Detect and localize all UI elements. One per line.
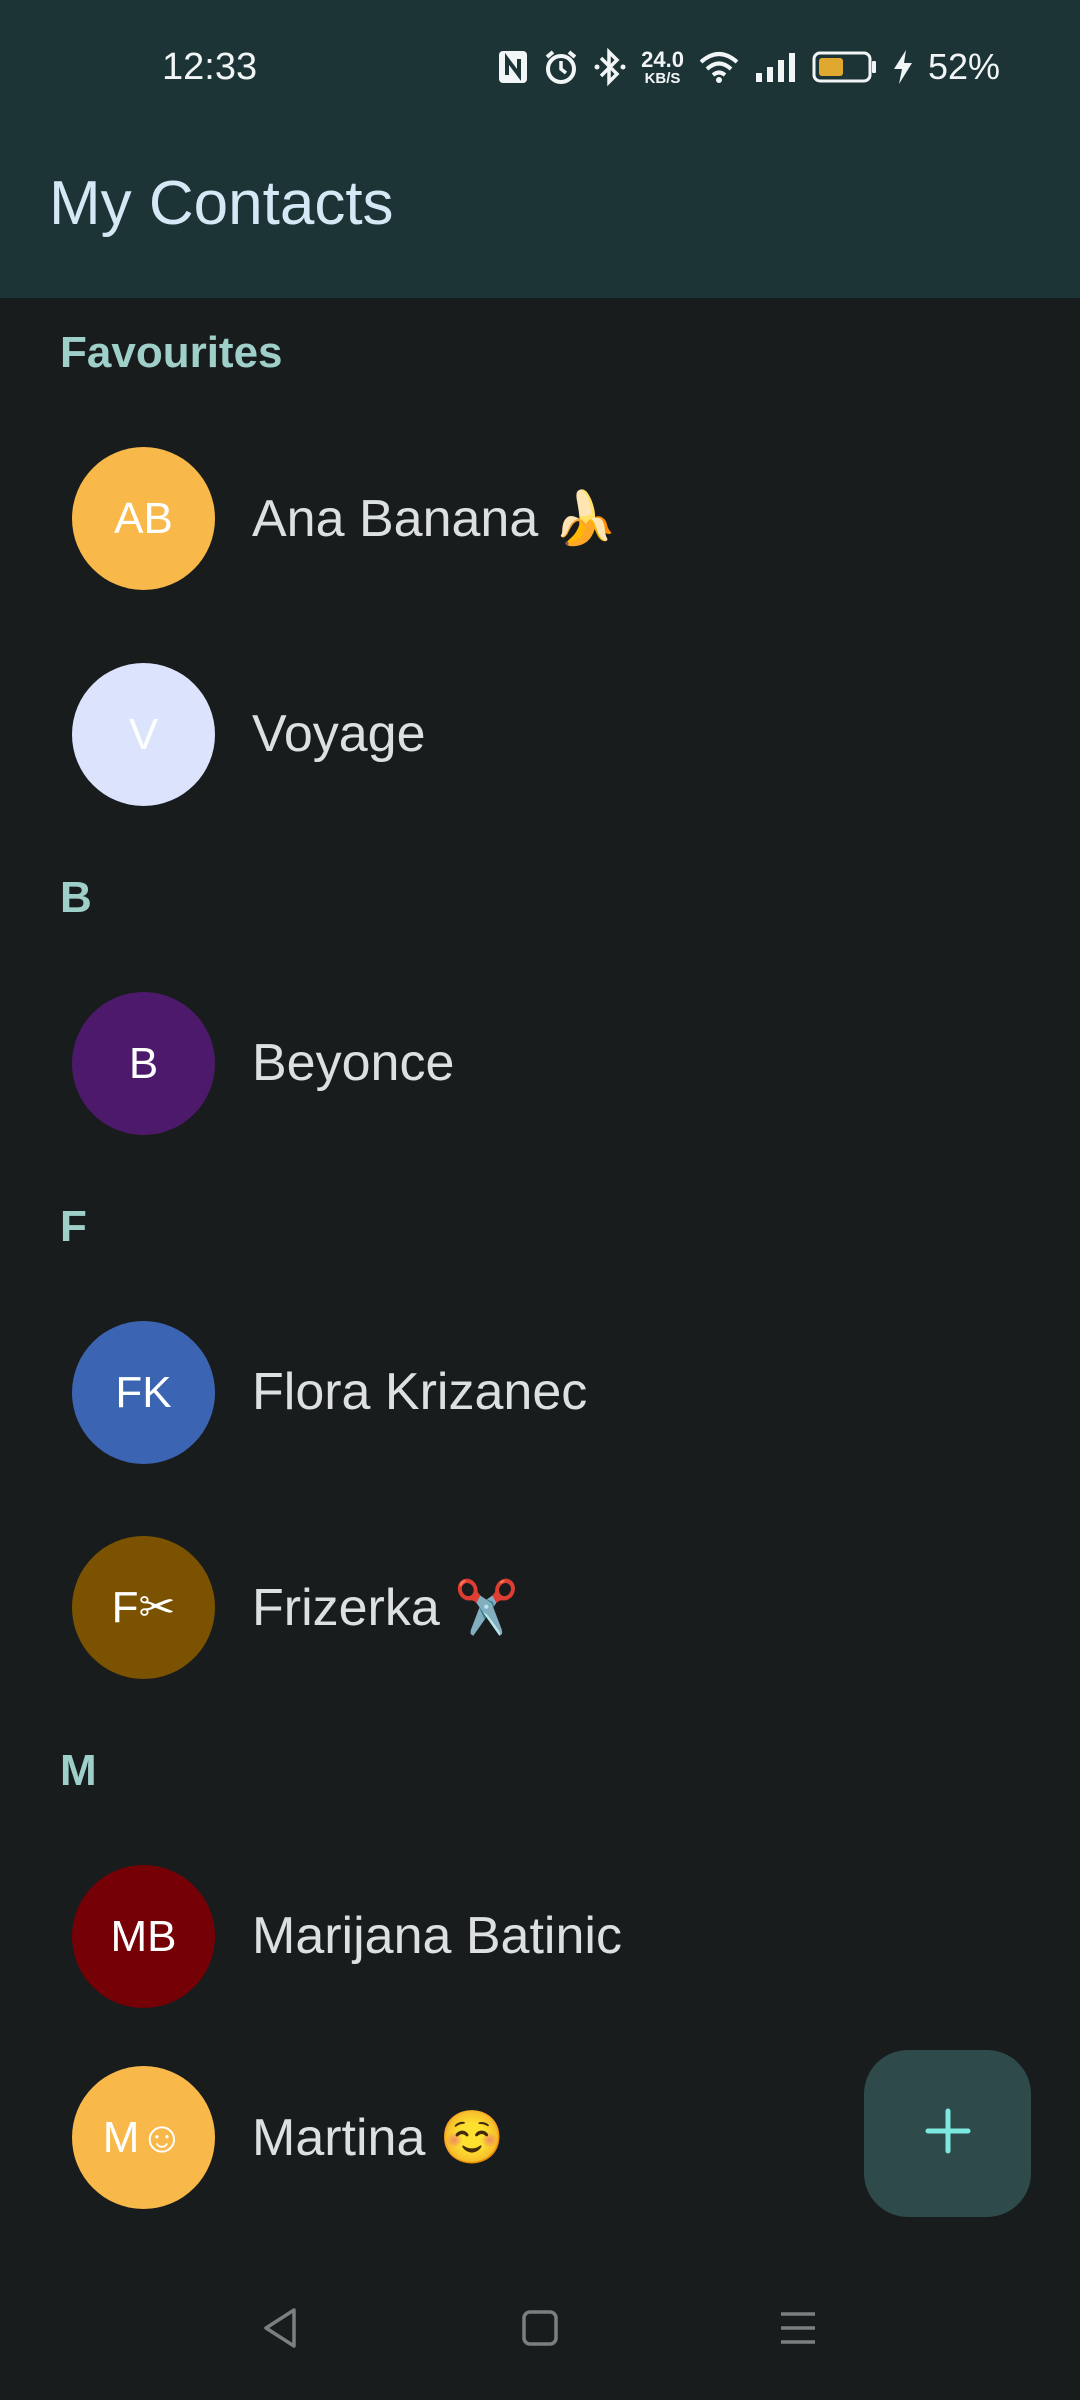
charging-icon <box>892 49 914 85</box>
contact-name: Marijana Batinic <box>252 1907 622 1965</box>
avatar: MB <box>72 1865 215 2008</box>
battery-icon <box>812 50 878 84</box>
back-icon <box>260 2306 300 2355</box>
nfc-icon <box>497 49 529 85</box>
recents-icon <box>778 2308 818 2353</box>
system-nav-bar <box>0 2260 1080 2400</box>
avatar: M☺ <box>72 2066 215 2209</box>
avatar: B <box>72 992 215 1135</box>
contact-name: Beyonce <box>252 1034 455 1092</box>
wifi-icon <box>698 50 740 84</box>
section-header-f: F <box>60 1202 87 1251</box>
battery-percent: 52% <box>927 46 1000 87</box>
contact-row[interactable]: B Beyonce <box>0 975 1080 1151</box>
signal-icon <box>754 51 798 83</box>
contact-row[interactable]: V Voyage <box>0 646 1080 822</box>
plus-icon <box>924 2107 972 2160</box>
status-icons: 24.0 KB/S 52% <box>497 42 1000 92</box>
bluetooth-icon <box>593 48 627 86</box>
avatar: F✂ <box>72 1536 215 1679</box>
status-bar: 12:33 24.0 KB/S 52% <box>0 0 1080 140</box>
contact-name: Frizerka ✂️ <box>252 1579 519 1637</box>
avatar: AB <box>72 447 215 590</box>
section-header-b: B <box>60 873 92 922</box>
contact-row[interactable]: MB Marijana Batinic <box>0 1848 1080 2024</box>
contact-row[interactable]: F✂ Frizerka ✂️ <box>0 1519 1080 1695</box>
contact-row[interactable]: FK Flora Krizanec <box>0 1304 1080 1480</box>
page-title: My Contacts <box>49 169 394 238</box>
contact-name: Flora Krizanec <box>252 1363 588 1421</box>
home-icon <box>520 2308 560 2353</box>
add-contact-button[interactable] <box>864 2050 1031 2217</box>
avatar: V <box>72 663 215 806</box>
contact-name: Voyage <box>252 705 426 763</box>
avatar: FK <box>72 1321 215 1464</box>
section-header-favourites: Favourites <box>60 328 283 377</box>
section-header-m: M <box>60 1746 97 1795</box>
top-app-bar: 12:33 24.0 KB/S 52% My Contacts <box>0 0 1080 298</box>
net-speed: 24.0 KB/S <box>641 46 684 87</box>
contact-name: Ana Banana 🍌 <box>252 490 618 548</box>
contacts-list: Favourites AB Ana Banana 🍌 V Voyage B B … <box>0 298 1080 2228</box>
home-button[interactable] <box>505 2295 575 2365</box>
alarm-icon <box>543 49 579 85</box>
contact-row[interactable]: AB Ana Banana 🍌 <box>0 430 1080 606</box>
contact-name: Martina ☺️ <box>252 2109 505 2167</box>
back-button[interactable] <box>245 2295 315 2365</box>
status-time: 12:33 <box>162 46 258 88</box>
recents-button[interactable] <box>763 2295 833 2365</box>
